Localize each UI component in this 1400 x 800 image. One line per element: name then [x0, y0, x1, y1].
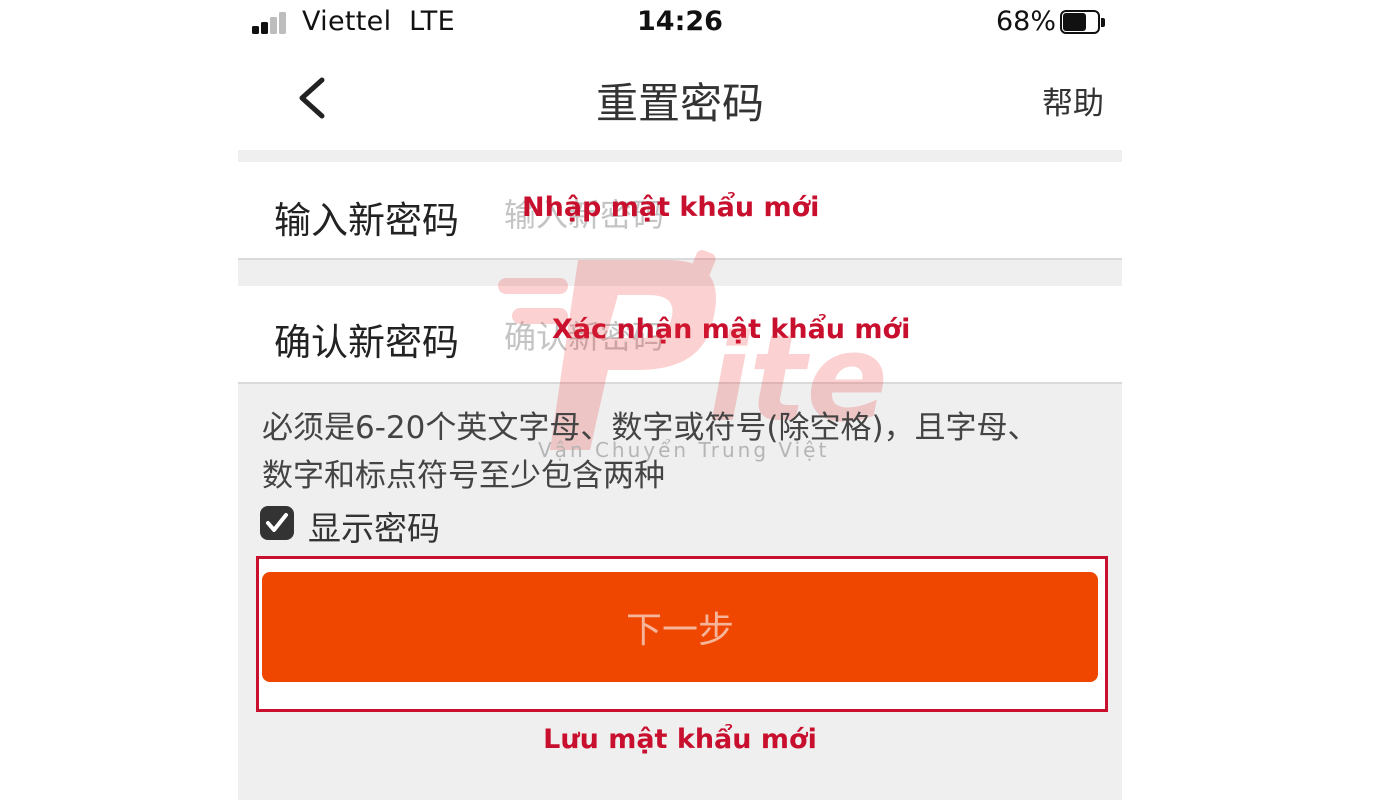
new-password-label: 输入新密码 [274, 199, 459, 242]
next-step-button[interactable]: 下一步 [262, 572, 1098, 682]
status-time: 14:26 [637, 6, 723, 37]
hint-line: 必须是6-20个英文字母、数字或符号(除空格)，且字母、 [262, 410, 1039, 446]
checkbox-checked-icon[interactable] [260, 506, 294, 540]
show-password-label: 显示密码 [308, 509, 440, 548]
phone-screen: Viettel LTE 14:26 68% 重置密码 帮助 输入新密码 Nhập… [238, 0, 1122, 800]
battery-percent: 68% [995, 6, 1056, 37]
page-title: 重置密码 [595, 79, 764, 128]
new-password-row: 输入新密码 Nhập mật khẩu mới [238, 162, 1122, 260]
confirm-password-label: 确认新密码 [274, 321, 459, 364]
save-password-annotation: Lưu mật khẩu mới [543, 724, 817, 755]
password-rule-hint: 必须是6-20个英文字母、数字或符号(除空格)，且字母、 数字和标点符号至少包含… [262, 404, 1102, 500]
hint-line: 数字和标点符号至少包含两种 [262, 458, 665, 494]
help-link[interactable]: 帮助 [1042, 78, 1104, 123]
new-password-annotation: Nhập mật khẩu mới [522, 192, 820, 223]
confirm-password-row: 确认新密码 Xác nhận mật khẩu mới [238, 286, 1122, 384]
battery-icon [1060, 10, 1106, 36]
nav-bar: 重置密码 帮助 [238, 48, 1122, 150]
confirm-password-annotation: Xác nhận mật khẩu mới [552, 314, 911, 345]
status-bar: Viettel LTE 14:26 68% [238, 0, 1122, 48]
